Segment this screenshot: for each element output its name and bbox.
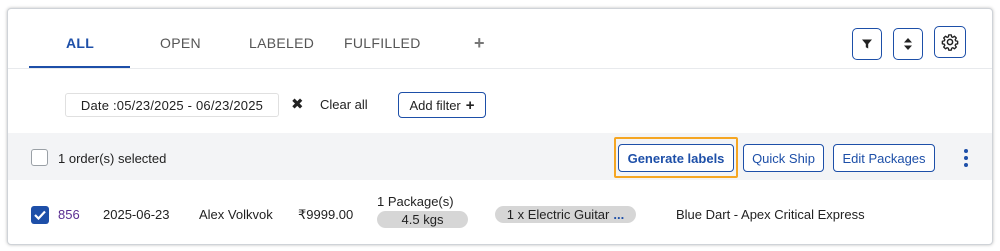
settings-gear-icon	[941, 34, 959, 51]
tab-open[interactable]: OPEN	[160, 35, 201, 51]
select-all-checkbox[interactable]	[31, 149, 48, 166]
plus-icon: +	[465, 96, 475, 114]
tab-divider	[8, 68, 992, 69]
tab-all[interactable]: ALL	[66, 35, 94, 51]
tab-fulfilled[interactable]: FULFILLED	[344, 35, 421, 51]
order-amount: ₹9999.00	[298, 207, 354, 222]
order-date: 2025-06-23	[103, 207, 170, 222]
filter-icon	[862, 39, 872, 49]
tab-labeled[interactable]: LABELED	[249, 35, 314, 51]
filter-button[interactable]	[852, 28, 882, 60]
order-id-link[interactable]: 856	[58, 207, 80, 222]
items-more: ...	[613, 207, 625, 222]
close-icon[interactable]: ✖	[291, 95, 304, 113]
package-count: 1 Package(s)	[377, 194, 454, 209]
order-row-checkbox[interactable]	[31, 206, 49, 224]
selected-count: 1 order(s) selected	[58, 151, 167, 166]
more-options-icon[interactable]	[961, 149, 971, 169]
add-filter-label: Add filter	[409, 97, 461, 113]
weight-badge: 4.5 kgs	[377, 211, 468, 228]
date-filter-chip[interactable]: Date :05/23/2025 - 06/23/2025	[65, 93, 279, 117]
items-badge[interactable]: 1 x Electric Guitar ...	[495, 206, 636, 223]
sort-icon	[904, 38, 912, 50]
carrier-name: Blue Dart - Apex Critical Express	[676, 207, 865, 222]
add-filter-button[interactable]: Add filter +	[398, 92, 486, 118]
add-tab-icon[interactable]: +	[474, 33, 485, 54]
clear-all-link[interactable]: Clear all	[320, 97, 368, 112]
settings-button[interactable]	[934, 26, 966, 58]
checkmark-icon	[34, 210, 46, 220]
orders-panel: ALL OPEN LABELED FULFILLED + Date :05/23…	[7, 8, 993, 245]
items-text: 1 x Electric Guitar	[506, 207, 610, 222]
sort-button[interactable]	[893, 28, 923, 60]
quick-ship-button[interactable]: Quick Ship	[743, 144, 824, 172]
generate-labels-button[interactable]: Generate labels	[618, 144, 734, 172]
edit-packages-button[interactable]: Edit Packages	[833, 144, 935, 172]
customer-name: Alex Volkvok	[199, 207, 273, 222]
